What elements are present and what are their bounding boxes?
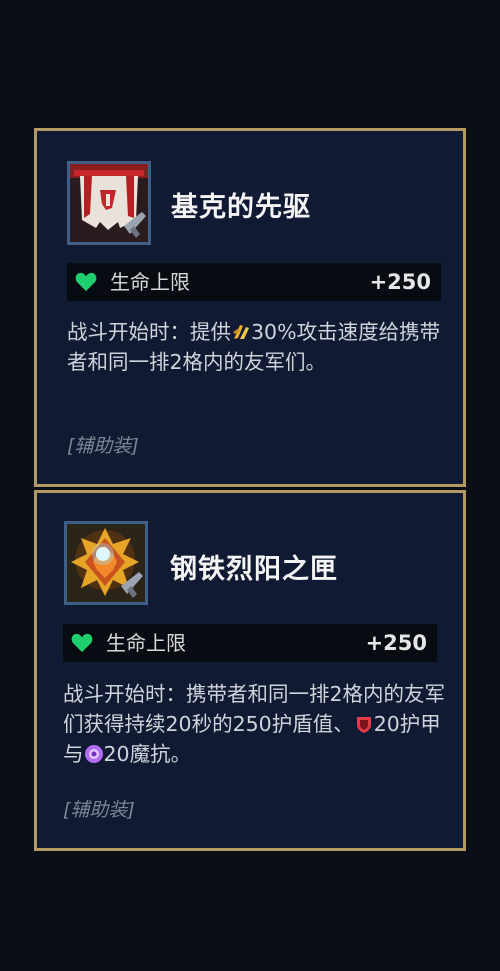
stat-row: 生命上限 +250 — [67, 263, 441, 301]
description-text: 战斗开始时：提供 — [67, 320, 231, 344]
item-description: 战斗开始时：携带者和同一排2格内的友军们获得持续20秒的250护盾值、 20护甲… — [63, 679, 447, 769]
description-text: 20魔抗。 — [103, 742, 192, 766]
item-title: 钢铁烈阳之匣 — [170, 554, 338, 585]
item-description: 战斗开始时：提供 30%攻击速度给携带者和同一排2格内的友军们。 — [67, 317, 449, 377]
magic-resist-icon — [84, 745, 103, 763]
item-title: 基克的先驱 — [171, 192, 311, 223]
stat-name: 生命上限 — [106, 631, 186, 655]
stat-value: +250 — [369, 270, 431, 294]
attack-speed-icon — [233, 325, 249, 339]
item-card-zekes-herald[interactable]: 基克的先驱 生命上限 +250 战斗开始时：提供 30%攻击速度给携带者和同一排… — [34, 128, 466, 487]
item-tag: [辅助装] — [67, 435, 139, 457]
banner-icon — [67, 161, 151, 245]
item-tag: [辅助装] — [63, 799, 135, 821]
item-card-locket-of-the-iron-solari[interactable]: 钢铁烈阳之匣 生命上限 +250 战斗开始时：携带者和同一排2格内的友军们获得持… — [34, 490, 466, 851]
heart-icon — [71, 633, 93, 653]
armor-icon — [356, 717, 371, 733]
stat-value: +250 — [365, 631, 427, 655]
heart-icon — [75, 272, 97, 292]
stat-name: 生命上限 — [110, 270, 190, 294]
sun-locket-icon — [64, 521, 148, 605]
stat-row: 生命上限 +250 — [63, 624, 437, 662]
